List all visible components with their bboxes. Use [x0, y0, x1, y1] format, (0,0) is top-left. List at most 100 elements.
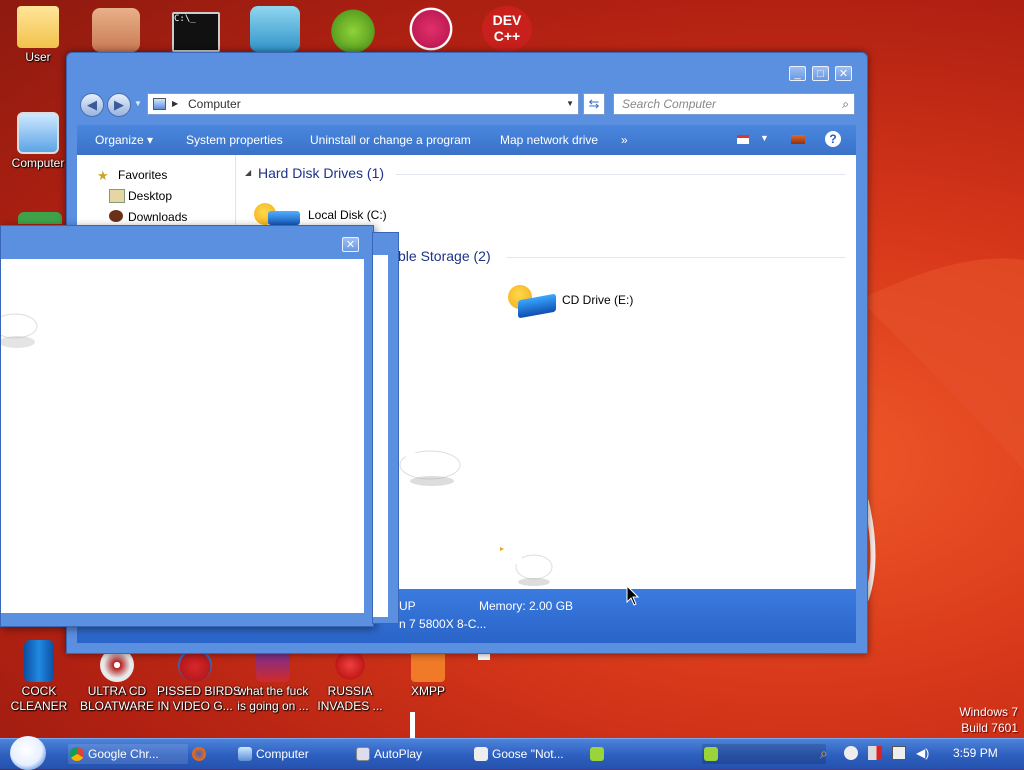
dev-cpp-icon[interactable]: DEV C++	[482, 6, 532, 52]
desktop-icon-computer[interactable]: Computer	[0, 112, 76, 171]
watermark-build: Build 7601	[961, 721, 1018, 735]
address-dropdown-icon[interactable]: ▼	[566, 94, 574, 114]
preview-pane-icon[interactable]	[791, 135, 805, 144]
taskbar-item-autoplay[interactable]: AutoPlay	[354, 744, 474, 764]
clock[interactable]: 3:59 PM	[953, 746, 998, 760]
p-logo-icon[interactable]	[406, 6, 456, 52]
desktop-icon-label: ULTRA CD BLOATWARE	[79, 684, 154, 713]
goose-app-icon	[474, 747, 488, 761]
green-pig-icon[interactable]	[328, 6, 378, 52]
more-commands-button[interactable]: »	[621, 133, 628, 147]
command-prompt-icon[interactable]: C:\_	[172, 12, 220, 52]
notepad-icon	[590, 747, 604, 761]
search-tray-icon[interactable]: ⌕	[820, 746, 834, 760]
cleaner-can-icon	[24, 640, 54, 682]
system-properties-button[interactable]: System properties	[186, 133, 283, 147]
details-workgroup: UP	[399, 599, 416, 613]
desktop-icon-user[interactable]: User	[0, 6, 76, 65]
goose-popup-window[interactable]: ✕	[0, 225, 374, 627]
desktop-icon-label: COCK CLEANER	[10, 684, 68, 713]
notepad-icon	[704, 747, 718, 761]
organize-button[interactable]: Organize ▾	[95, 133, 153, 147]
taskbar-item-firefox[interactable]	[190, 744, 230, 764]
network-icon[interactable]	[892, 746, 906, 760]
windows-watermark: Windows 7 Build 7601	[959, 704, 1018, 736]
nav-item-desktop[interactable]: Desktop	[128, 189, 172, 203]
group-header-hard-disks[interactable]: Hard Disk Drives (1)	[258, 165, 384, 181]
goose-sprite	[500, 541, 553, 586]
taskbar-item-chrome[interactable]: Google Chr...	[68, 744, 188, 764]
popup-close-button[interactable]: ✕	[342, 237, 359, 252]
local-disk-icon[interactable]	[254, 201, 302, 225]
desktop-icon-label: Computer	[11, 156, 65, 170]
map-network-drive-button[interactable]: Map network drive	[500, 133, 598, 147]
taskbar-item-notepad[interactable]	[588, 744, 628, 764]
desktop-icon-xmpp[interactable]: XMPP	[390, 648, 466, 699]
popup-body	[1, 259, 364, 613]
archive-icon[interactable]	[250, 6, 300, 52]
taskbar-item-computer[interactable]: Computer	[236, 744, 356, 764]
drive-label-c[interactable]: Local Disk (C:)	[308, 208, 387, 222]
star-icon: ★	[97, 168, 109, 183]
search-placeholder: Search Computer	[622, 97, 717, 111]
details-memory: Memory: 2.00 GB	[479, 599, 574, 613]
volume-icon[interactable]: ◀)	[916, 746, 930, 760]
details-processor: n 7 5800X 8-C...	[399, 617, 487, 631]
command-bar: Organize ▾ System properties Uninstall o…	[77, 125, 856, 155]
action-center-flag-icon[interactable]	[868, 746, 882, 760]
desktop-icon-what-the[interactable]: what the fuck is going on ...	[235, 648, 311, 714]
taskbar-item-label: AutoPlay	[374, 747, 423, 761]
desktop-icon-label: XMPP	[410, 684, 445, 698]
downloads-icon	[109, 210, 123, 222]
uninstall-program-button[interactable]: Uninstall or change a program	[310, 133, 471, 147]
address-bar[interactable]: ▶ Computer ▼	[147, 93, 579, 115]
close-button[interactable]: ✕	[835, 66, 852, 81]
desktop-icon-russia[interactable]: RUSSIA INVADES ...	[312, 648, 388, 714]
partial-desktop-icon	[18, 212, 62, 224]
minus-tray-icon[interactable]	[844, 746, 858, 760]
desktop-icon-label: RUSSIA INVADES ...	[317, 684, 383, 713]
help-icon[interactable]: ?	[825, 131, 841, 147]
search-icon: ⌕	[842, 97, 849, 111]
nav-item-downloads[interactable]: Downloads	[128, 210, 187, 224]
computer-small-icon	[153, 98, 166, 110]
taskbar-item-label: Google Chr...	[88, 747, 159, 761]
desktop-icon-ultra-cd[interactable]: ULTRA CD BLOATWARE	[79, 648, 155, 714]
folder-icon[interactable]	[92, 8, 140, 52]
collapse-triangle-icon[interactable]: ◢	[245, 168, 251, 177]
desktop-icon-label: User	[25, 50, 51, 64]
group-divider	[396, 174, 846, 175]
minimize-button[interactable]: _	[789, 66, 806, 81]
drive-label-e[interactable]: CD Drive (E:)	[562, 293, 633, 307]
computer-icon	[17, 112, 59, 154]
desktop-icon-pissed-birds[interactable]: PISSED BIRDS IN VIDEO G...	[157, 648, 241, 714]
popup-back-body	[373, 255, 388, 617]
desktop-icon-label: what the fuck is going on ...	[237, 684, 309, 713]
nav-item-favorites[interactable]: Favorites	[118, 168, 167, 182]
view-options-icon[interactable]	[737, 135, 749, 144]
taskbar-item-goose[interactable]: Goose "Not...	[472, 744, 592, 764]
refresh-button[interactable]: ⇆	[583, 93, 605, 115]
start-button[interactable]	[10, 736, 46, 770]
mouse-cursor-icon	[626, 585, 640, 606]
cd-drive-icon[interactable]	[508, 285, 558, 319]
maximize-button[interactable]: □	[812, 66, 829, 81]
group-divider	[506, 257, 846, 258]
back-button[interactable]: ◀	[80, 93, 104, 117]
firefox-icon	[192, 747, 206, 761]
view-dropdown-icon[interactable]: ▼	[760, 133, 769, 143]
breadcrumb: Computer	[188, 97, 241, 111]
search-input[interactable]: Search Computer ⌕	[613, 93, 855, 115]
recent-pages-chevron-icon[interactable]: ▼	[134, 99, 142, 108]
taskbar-item-label: Computer	[256, 747, 309, 761]
taskbar-item-label: Goose "Not...	[492, 747, 564, 761]
forward-button[interactable]: ▶	[107, 93, 131, 117]
watermark-os: Windows 7	[959, 705, 1018, 719]
user-folder-icon	[17, 6, 59, 48]
goose-sprite	[1, 313, 38, 348]
autoplay-icon	[356, 747, 370, 761]
goose-popup-window-back[interactable]	[372, 232, 399, 624]
group-header-removable[interactable]: ble Storage (2)	[398, 248, 491, 264]
taskbar-item-notepad-active[interactable]	[702, 744, 826, 764]
computer-small-icon	[238, 747, 252, 761]
